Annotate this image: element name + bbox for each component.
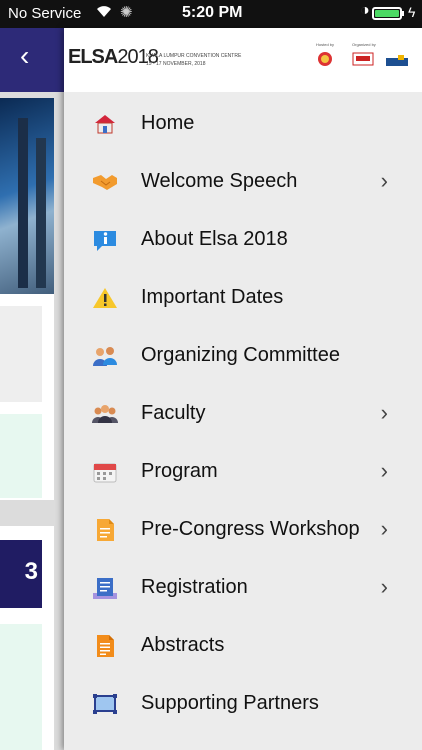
menu-item-pre-congress-workshop[interactable]: Pre-Congress Workshop › — [64, 502, 422, 560]
menu-item-welcome-speech[interactable]: Welcome Speech › — [64, 154, 422, 212]
partners-icon — [92, 692, 118, 716]
back-chevron-icon[interactable]: ‹ — [20, 40, 29, 72]
menu-item-label: Supporting Partners — [141, 692, 319, 714]
abstracts-icon — [92, 634, 118, 658]
menu-item-program[interactable]: Program › — [64, 444, 422, 502]
home-icon — [92, 112, 118, 136]
menu-item-faculty[interactable]: Faculty › — [64, 386, 422, 444]
organizer-logo-icon — [352, 52, 374, 66]
carrier-label: No Service — [8, 5, 82, 22]
organized-by-label: Organized by — [352, 42, 376, 47]
event-banner: ELSA2018 KUALA LUMPUR CONVENTION CENTRE … — [64, 28, 422, 92]
menu-item-label: Welcome Speech — [141, 170, 298, 192]
host-logo-icon — [318, 52, 332, 66]
charging-icon: ϟ — [408, 4, 416, 20]
menu-item-label: Registration — [141, 576, 248, 598]
menu-item-about-elsa[interactable]: About Elsa 2018 — [64, 212, 422, 270]
partner-logo-icon — [386, 55, 408, 66]
info-icon — [92, 228, 118, 252]
hero-image — [0, 98, 54, 298]
menu-item-abstracts[interactable]: Abstracts — [64, 618, 422, 676]
menu-item-supporting-partners[interactable]: Supporting Partners — [64, 676, 422, 734]
menu-item-important-dates[interactable]: Important Dates — [64, 270, 422, 328]
committee-icon — [92, 344, 118, 368]
activity-icon: ✺ — [120, 4, 133, 21]
menu-item-label: Faculty — [141, 402, 206, 424]
menu-item-label: Pre-Congress Workshop — [141, 518, 360, 540]
menu-item-registration[interactable]: Registration › — [64, 560, 422, 618]
background-card — [0, 294, 54, 500]
menu-item-label: Home — [141, 112, 195, 134]
handshake-icon — [92, 170, 118, 194]
venue-info: KUALA LUMPUR CONVENTION CENTRE 15 - 17 N… — [146, 53, 242, 67]
side-drawer: ELSA2018 KUALA LUMPUR CONVENTION CENTRE … — [64, 28, 422, 750]
battery-icon — [372, 7, 402, 20]
chevron-right-icon: › — [380, 574, 388, 599]
background-nav-bar: ‹ — [0, 28, 64, 92]
status-bar: No Service ✺ 5:20 PM ◑ ϟ — [0, 0, 422, 28]
chevron-right-icon: › — [380, 458, 388, 483]
menu-item-label: Important Dates — [141, 286, 284, 308]
menu-item-label: Abstracts — [141, 634, 225, 656]
wifi-icon — [96, 4, 112, 21]
chevron-right-icon: › — [380, 400, 388, 425]
menu-item-home[interactable]: Home — [64, 96, 422, 154]
background-card: 3 — [0, 526, 54, 750]
menu-item-organizing-committee[interactable]: Organizing Committee — [64, 328, 422, 386]
chevron-right-icon: › — [380, 168, 388, 193]
menu-item-label: Program — [141, 460, 218, 482]
calendar-icon — [92, 460, 118, 484]
clock: 5:20 PM — [182, 4, 243, 21]
menu-item-label: About Elsa 2018 — [141, 228, 288, 250]
hosted-by-label: Hosted by — [316, 42, 335, 47]
chevron-right-icon: › — [380, 516, 388, 541]
faculty-icon — [92, 402, 118, 426]
menu-item-label: Organizing Committee — [141, 344, 340, 366]
registration-icon — [92, 576, 118, 600]
location-icon: ◑ — [360, 2, 370, 19]
document-icon — [92, 518, 118, 542]
warning-icon — [92, 286, 118, 310]
elsa-logo: ELSA2018 — [68, 46, 159, 68]
